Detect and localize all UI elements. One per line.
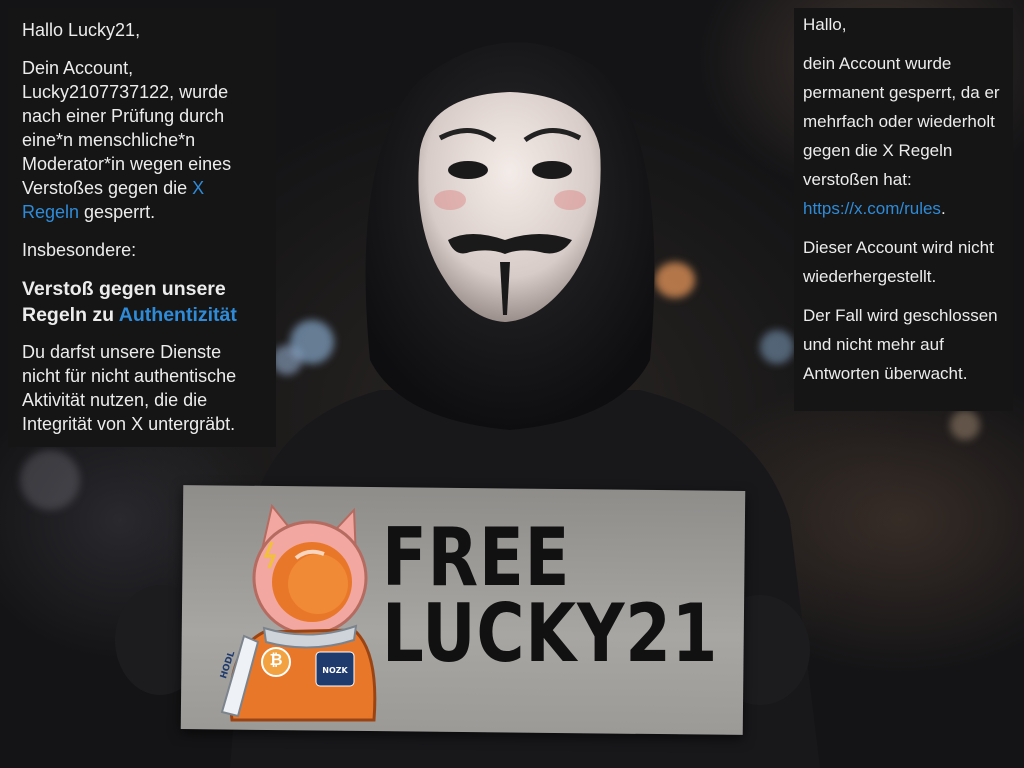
suspension-text: Dein Account, Lucky2107737122, wurde nac… (22, 58, 232, 198)
policy-paragraph: Du darfst unsere Dienste nicht für nicht… (22, 342, 237, 434)
violation-heading: Verstoß gegen unsere Regeln zu Authentiz… (22, 276, 262, 328)
authenticity-link[interactable]: Authentizität (119, 304, 237, 326)
sign-line-free: FREE (382, 511, 571, 604)
suspension-paragraph: Dein Account, Lucky2107737122, wurde nac… (22, 56, 262, 224)
suspension-text-end: gesperrt. (79, 202, 156, 222)
suspension-notice-left: Hallo Lucky21, Dein Account, Lucky210773… (8, 8, 276, 447)
sign-line-lucky21: LUCKY21 (382, 587, 719, 680)
rules-url-period: . (940, 199, 946, 218)
greeting: Hallo Lucky21, (22, 20, 141, 40)
suspension-notice-right: Hallo, dein Account wurde permanent gesp… (794, 8, 1013, 411)
rules-url-link[interactable]: https://x.com/rules (803, 199, 941, 218)
permanent-suspension-paragraph: dein Account wurde permanent gesperrt, d… (803, 49, 1004, 223)
permanent-suspension-text: dein Account wurde permanent gesperrt, d… (803, 54, 1000, 189)
astronaut-cat-sticker (220, 503, 377, 722)
not-restored-paragraph: Dieser Account wird nicht wiederhergeste… (803, 238, 994, 286)
insbesondere-label: Insbesondere: (22, 240, 137, 260)
sign-text: FREE LUCKY21 (382, 511, 719, 680)
case-closed-paragraph: Der Fall wird geschlossen und nicht mehr… (803, 306, 998, 383)
greeting-right: Hallo, (803, 15, 847, 34)
patch-label: NOZK (322, 666, 348, 675)
bitcoin-icon: ₿ (269, 650, 283, 669)
